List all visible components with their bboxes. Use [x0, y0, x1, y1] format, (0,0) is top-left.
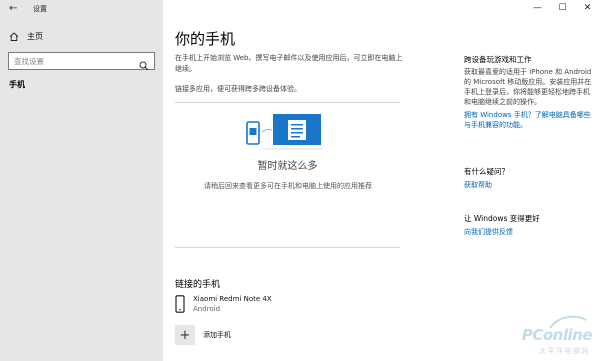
intro-text: 在手机上开始浏览 Web、撰写电子邮件以及使用应用后，可立即在电脑上继续。: [175, 54, 403, 73]
add-phone-label: 添加手机: [203, 331, 231, 339]
sidebar-item-phone[interactable]: 手机: [9, 79, 25, 90]
section-heading: 让 Windows 变得更好: [464, 214, 540, 223]
device-info: Xiaomi Redmi Note 4X Android: [193, 294, 272, 314]
watermark-logo: PConline 太平洋电脑网: [512, 314, 593, 358]
feedback-section: 让 Windows 变得更好 向我们提供反馈: [464, 213, 596, 237]
sidebar-item-home[interactable]: 主页: [9, 31, 43, 42]
page-title: 你的手机: [175, 30, 236, 48]
close-button[interactable]: ✕: [575, 0, 600, 16]
get-help-link[interactable]: 获取帮助: [464, 180, 596, 190]
sidebar-item-label: 主页: [27, 32, 43, 41]
window-controls: — ☐ ✕: [525, 0, 600, 16]
section-body: 获取最喜爱的适用于 iPhone 和 Android 的 Microsoft 移…: [464, 68, 592, 106]
search-input[interactable]: [14, 56, 134, 67]
link-note: 链接多应用，便可获得跨多跨设备体验。: [175, 85, 301, 93]
search-box[interactable]: [8, 52, 155, 71]
empty-state-description: 请稍后回来查看更多可在手机和电脑上使用的应用推荐: [204, 182, 372, 190]
device-os: Android: [193, 305, 221, 313]
search-icon[interactable]: [139, 56, 149, 71]
home-icon: [9, 32, 19, 41]
minimize-button[interactable]: —: [525, 0, 550, 16]
back-arrow-icon[interactable]: ←: [9, 3, 17, 14]
sidebar: ← 设置 主页 手机: [0, 0, 163, 361]
watermark-sub: 太平洋电脑网: [539, 347, 590, 355]
watermark-brand: PConline: [521, 326, 593, 344]
divider: [175, 247, 400, 248]
section-heading: 跨设备玩游戏和工作: [464, 55, 532, 64]
app-title: 设置: [33, 5, 47, 13]
add-phone-button[interactable]: + 添加手机: [175, 325, 231, 345]
linked-device[interactable]: Xiaomi Redmi Note 4X Android: [175, 294, 272, 314]
feedback-link[interactable]: 向我们提供反馈: [464, 227, 596, 237]
plus-icon: +: [175, 325, 195, 345]
main-content: — ☐ ✕ 你的手机 在手机上开始浏览 Web、撰写电子邮件以及使用应用后，可立…: [163, 0, 600, 361]
help-section: 有什么疑问？ 获取帮助: [464, 166, 596, 190]
divider: [175, 102, 400, 103]
empty-state-title: 暂时就这么多: [257, 161, 318, 172]
linked-phones-heading: 链接的手机: [175, 280, 221, 290]
phone-icon: [175, 295, 185, 313]
devices-illustration: [243, 112, 325, 152]
windows-phone-link[interactable]: 拥有 Windows 手机？了解电脑具备哪些与手机兼容的功能。: [464, 110, 596, 130]
maximize-button[interactable]: ☐: [550, 0, 575, 16]
device-name: Xiaomi Redmi Note 4X: [193, 295, 272, 303]
section-heading: 有什么疑问？: [464, 167, 509, 176]
cross-device-section: 跨设备玩游戏和工作 获取最喜爱的适用于 iPhone 和 Android 的 M…: [464, 54, 596, 130]
